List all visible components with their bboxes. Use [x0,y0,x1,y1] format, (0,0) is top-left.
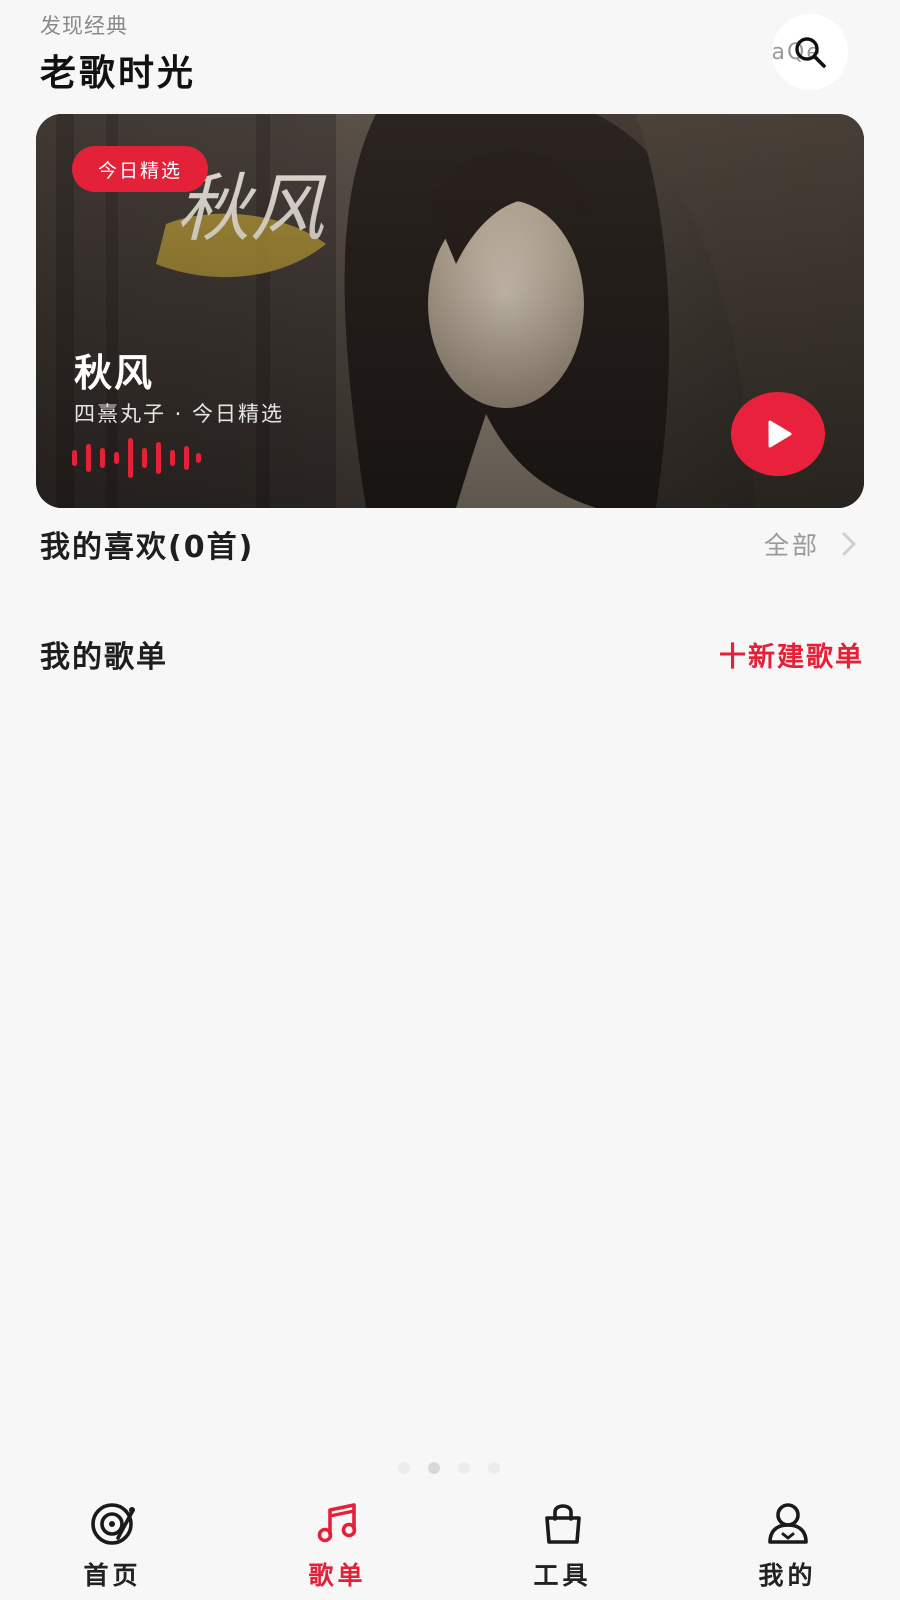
tab-home-label: 首页 [83,1561,142,1590]
search-icon [795,37,826,68]
view-all-label: 全部 [763,531,820,560]
banner-tag: 今日精选 [72,146,209,192]
banner-song-title: 秋风 [74,351,155,395]
search-button[interactable]: eaQe [772,14,848,90]
tab-tools[interactable]: 工具 [450,1488,675,1600]
tab-profile[interactable]: 我的 [675,1488,900,1600]
waveform-icon [72,438,201,478]
playlists-header: 我的歌单 十新建歌单 [40,632,864,676]
music-note-icon [317,1503,356,1543]
tab-playlists-label: 歌单 [308,1561,367,1590]
tab-profile-label: 我的 [758,1561,817,1590]
featured-banner[interactable]: 秋风 今日精选 秋风 四熹丸子 · 今日精选 [36,114,864,508]
bag-icon [544,1504,581,1544]
page-dot [488,1462,500,1474]
header-subtitle: 发现经典 [40,14,128,38]
user-icon [767,1503,808,1544]
tab-home[interactable]: 首页 [0,1488,225,1600]
play-button[interactable] [731,392,825,476]
bottom-tab-bar: 首页 歌单 工具 我的 [0,1488,900,1600]
page-dot [398,1462,410,1474]
page-dot-active [428,1462,440,1474]
play-icon [768,420,792,448]
favorites-header: 我的喜欢(0首) 全部 [40,522,864,566]
view-all-button[interactable]: 全部 [764,526,864,562]
page-indicator [398,1462,500,1474]
tab-playlists[interactable]: 歌单 [225,1488,450,1600]
chevron-right-icon [842,532,856,556]
banner-meta: 四熹丸子 · 今日精选 [74,402,285,426]
tab-tools-label: 工具 [533,1561,592,1590]
page-dot [458,1462,470,1474]
new-playlist-button[interactable]: 十新建歌单 [719,635,864,674]
disc-icon [90,1503,135,1545]
page-title: 老歌时光 [40,53,197,94]
favorites-title: 我的喜欢(0首) [40,530,255,565]
playlists-title: 我的歌单 [40,640,168,675]
